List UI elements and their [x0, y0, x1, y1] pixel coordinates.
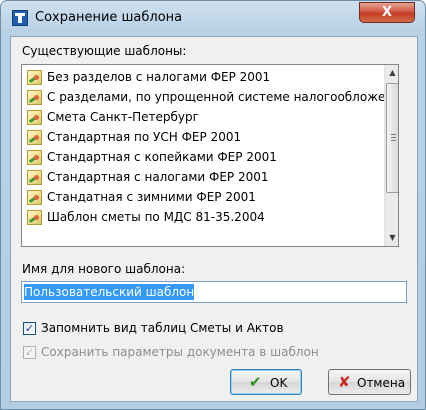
template-name-input[interactable]: Пользовательский шаблон [21, 281, 407, 303]
window-title: Сохранение шаблона [35, 10, 183, 25]
templates-list[interactable]: Без разделов с налогами ФЕР 2001 С разде… [21, 64, 399, 247]
cancel-button[interactable]: ✘ Отмена [328, 369, 411, 395]
template-name-value: Пользовательский шаблон [24, 284, 195, 300]
list-item[interactable]: Без разделов с налогами ФЕР 2001 [22, 67, 384, 87]
vertical-scrollbar[interactable]: ▲ ▼ [384, 65, 398, 246]
list-item[interactable]: Стандартная по УСН ФЕР 2001 [22, 127, 384, 147]
template-file-icon [27, 90, 42, 105]
scroll-down-icon[interactable]: ▼ [385, 230, 398, 246]
template-file-icon [27, 150, 42, 165]
checkbox-checked-icon[interactable]: ✓ [23, 322, 36, 335]
list-item[interactable]: С разделами, по упрощенной системе налог… [22, 87, 384, 107]
scroll-up-icon[interactable]: ▲ [385, 65, 398, 81]
close-button[interactable]: X [359, 2, 415, 23]
template-file-icon [27, 170, 42, 185]
dialog-body: Существующие шаблоны: Без разделов с нал… [10, 36, 418, 402]
template-file-icon [27, 210, 42, 225]
list-item[interactable]: Стандатная с зимними ФЕР 2001 [22, 187, 384, 207]
existing-templates-label: Существующие шаблоны: [22, 44, 187, 58]
new-template-name-label: Имя для нового шаблона: [22, 262, 186, 276]
cross-icon: ✘ [338, 373, 351, 391]
scroll-thumb[interactable] [386, 83, 398, 193]
list-item[interactable]: Стандартная с налогами ФЕР 2001 [22, 167, 384, 187]
template-file-icon [27, 130, 42, 145]
save-template-dialog: Сохранение шаблона X Существующие шаблон… [0, 0, 426, 410]
ok-button[interactable]: ✔ OK [230, 369, 302, 395]
list-item[interactable]: Шаблон сметы по МДС 81-35.2004 [22, 207, 384, 227]
template-file-icon [27, 190, 42, 205]
grip-icon [391, 134, 396, 142]
list-item[interactable]: Стандартная с копейками ФЕР 2001 [22, 147, 384, 167]
title-bar[interactable]: Сохранение шаблона X [1, 1, 425, 35]
checkmark-icon: ✔ [249, 373, 262, 391]
list-item[interactable]: Смета Санкт-Петербург [22, 107, 384, 127]
app-icon [12, 10, 28, 26]
template-file-icon [27, 70, 42, 85]
checkbox-checked-icon: ✓ [23, 346, 36, 359]
template-file-icon [27, 110, 42, 125]
